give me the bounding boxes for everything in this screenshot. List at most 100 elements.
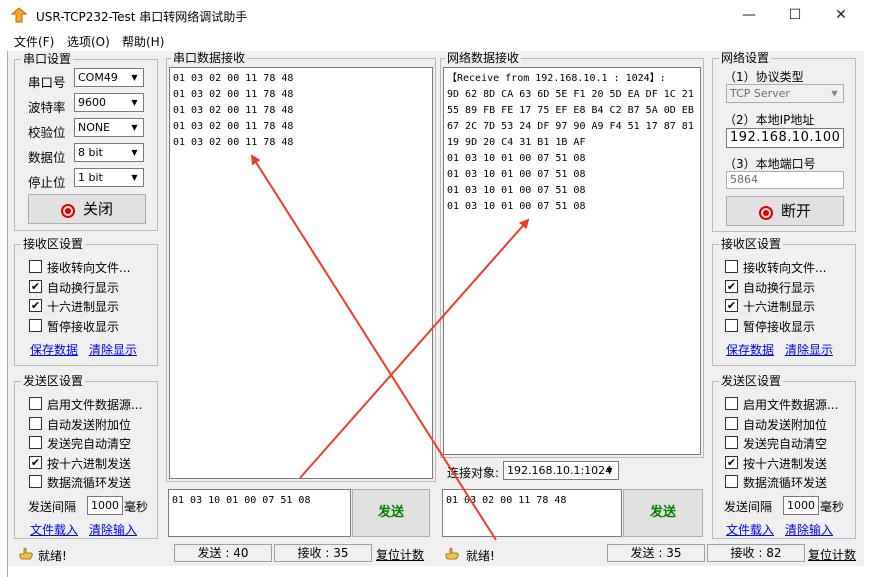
baud-value: 9600 [78,96,106,109]
serial-clear-input-link[interactable]: 清除输入 [89,521,137,538]
checkbox[interactable]: ✔ [725,279,738,293]
port-select[interactable]: COM49 ▼ [74,68,144,87]
checkbox-label: 十六进制显示 [47,300,120,314]
parity-select[interactable]: NONE ▼ [74,118,144,137]
checkbox-label: 自动发送附加位 [47,417,132,432]
hand-pointer-icon [445,547,459,560]
chevron-down-icon: ▼ [131,98,138,107]
menu-options[interactable]: 选项(O) [67,33,110,50]
chevron-down-icon: ▼ [131,148,138,157]
receive-line: 01 03 02 00 11 78 48 [173,89,294,100]
local-ip-label: （2）本地IP地址 [724,113,815,127]
receive-line: 01 03 10 01 00 07 51 08 [447,169,586,180]
receive-line: 01 03 10 01 00 07 51 08 [447,201,586,212]
checkbox-label: 按十六进制发送 [47,456,132,471]
checkbox-label: 自动发送附加位 [743,417,828,432]
checkbox[interactable] [29,475,42,488]
checkbox[interactable] [725,475,738,488]
serial-close-button[interactable]: 关闭 [28,194,146,224]
serial-send-button[interactable]: 发送 [352,489,430,537]
serial-file-load-link[interactable]: 文件载入 [30,521,78,538]
checkbox[interactable] [725,416,738,430]
checkbox[interactable] [725,260,738,273]
window-border [864,51,872,577]
protocol-label: （1）协议类型 [724,70,804,84]
checkbox[interactable]: ✔ [29,299,42,312]
stopbits-value: 1 bit [78,171,103,184]
checkbox[interactable] [725,397,738,410]
checkbox[interactable] [725,318,738,332]
app-icon [10,7,28,23]
net-settings-title: 网络设置 [719,51,772,65]
receive-line: 55 89 FB FE 17 75 EF E8 B4 C2 B7 5A 0D E… [447,105,694,116]
serial-interval-input[interactable]: 1000 [87,496,123,515]
checkbox[interactable]: ✔ [29,279,42,293]
checkbox[interactable] [29,416,42,430]
net-disconnect-button[interactable]: 断开 [726,196,844,226]
checkbox-label: 发送完自动清空 [743,437,828,451]
serial-save-data-link[interactable]: 保存数据 [30,341,78,358]
serial-clear-display-link[interactable]: 清除显示 [89,341,137,358]
target-select[interactable]: 192.168.10.1:1024 ▼ [503,461,619,480]
local-port-input[interactable]: 5864 [726,171,844,189]
maximize-button[interactable]: ☐ [772,0,818,31]
parity-value: NONE [78,121,111,134]
net-receive-settings-title: 接收区设置 [719,237,784,251]
net-send-button[interactable]: 发送 [623,489,703,537]
port-label: 串口号 [28,75,66,90]
protocol-value: TCP Server [730,87,790,100]
checkbox[interactable] [29,318,42,332]
stopbits-select[interactable]: 1 bit ▼ [74,168,144,187]
checkbox[interactable] [725,436,738,449]
checkbox-label: 暂停接收显示 [47,319,120,334]
window-title: USR-TCP232-Test 串口转网络调试助手 [36,10,248,24]
net-save-data-link[interactable]: 保存数据 [726,341,774,358]
local-port-label: （3）本地端口号 [724,157,816,171]
net-send-settings-title: 发送区设置 [719,374,784,388]
receive-line: 【Receive from 192.168.10.1 : 1024】: [447,73,666,84]
menu-file[interactable]: 文件(F) [14,33,54,50]
local-ip-input[interactable]: 192.168.10.100 [726,128,844,148]
serial-receive-title: 串口数据接收 [171,51,248,65]
serial-interval-label: 发送间隔 [28,500,77,514]
receive-line: 19 9D 20 C4 31 B1 1B AF [447,137,586,148]
checkbox-label: 按十六进制发送 [743,456,828,471]
parity-label: 校验位 [28,125,66,140]
baud-select[interactable]: 9600 ▼ [74,93,144,112]
chevron-down-icon: ▼ [131,173,138,182]
net-send-input[interactable]: 01 03 02 00 11 78 48 [442,489,622,537]
checkbox[interactable] [29,436,42,449]
databits-value: 8 bit [78,146,103,159]
receive-line: 01 03 02 00 11 78 48 [173,121,294,132]
net-interval-input[interactable]: 1000 [783,496,819,515]
receive-line: 9D 62 8D CA 63 6D 5E F1 20 5D EA DF 1C 2… [447,89,694,100]
databits-label: 数据位 [28,150,66,165]
checkbox[interactable]: ✔ [725,299,738,312]
receive-line: 01 03 10 01 00 07 51 08 [447,185,586,196]
checkbox-label: 发送完自动清空 [47,437,132,451]
net-reset-count-button[interactable]: 复位计数 [808,546,856,563]
net-receive-textarea[interactable]: 【Receive from 192.168.10.1 : 1024】: 9D 62… [443,67,701,455]
checkbox-label: 接收转向文件... [47,261,131,275]
minimize-button[interactable]: — [726,0,772,31]
checkbox[interactable]: ✔ [29,455,42,469]
net-clear-display-link[interactable]: 清除显示 [785,341,833,358]
protocol-select[interactable]: TCP Server ▼ [726,84,844,103]
serial-close-label: 关闭 [82,200,113,218]
checkbox[interactable] [29,397,42,410]
checkbox[interactable] [29,260,42,273]
serial-reset-count-button[interactable]: 复位计数 [376,546,424,563]
serial-receive-textarea[interactable]: 01 03 02 00 11 78 48 01 03 02 00 11 78 48… [169,67,433,479]
menu-help[interactable]: 帮助(H) [122,33,164,50]
serial-received-count: 接收 : 35 [274,544,372,562]
stopbits-label: 停止位 [28,175,66,190]
net-clear-input-link[interactable]: 清除输入 [785,521,833,538]
net-file-load-link[interactable]: 文件载入 [726,521,774,538]
serial-send-input[interactable]: 01 03 10 01 00 07 51 08 [168,489,351,537]
databits-select[interactable]: 8 bit ▼ [74,143,144,162]
close-window-button[interactable]: ✕ [818,0,864,31]
checkbox[interactable]: ✔ [725,455,738,469]
hand-pointer-icon [19,547,33,560]
net-interval-unit: 毫秒 [820,500,845,514]
chevron-down-icon: ▼ [831,89,838,98]
